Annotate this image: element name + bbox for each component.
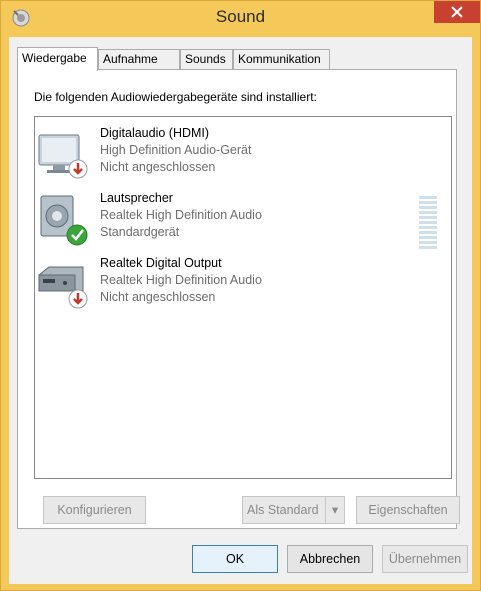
close-icon (451, 6, 463, 18)
tab-wiedergabe[interactable]: Wiedergabe (17, 47, 98, 71)
instruction-text: Die folgenden Audiowiedergabegeräte sind… (34, 90, 317, 104)
monitor-icon (38, 134, 88, 179)
device-status: Nicht angeschlossen (100, 160, 216, 174)
configure-button[interactable]: Konfigurieren (43, 496, 146, 524)
device-name: Realtek Digital Output (100, 256, 222, 270)
set-default-button[interactable]: Als Standard ▾ (242, 496, 345, 524)
set-default-label: Als Standard (247, 503, 319, 517)
properties-button[interactable]: Eigenschaften (356, 496, 460, 524)
window-title: Sound (215, 7, 266, 26)
volume-level-meter (419, 196, 437, 250)
device-name: Lautsprecher (100, 191, 173, 205)
device-item-lautsprecher[interactable]: Lautsprecher Realtek High Definition Aud… (35, 190, 451, 252)
title-bar[interactable]: Sound (1, 1, 480, 37)
tab-sounds[interactable]: Sounds (180, 49, 233, 70)
device-item-digital-output[interactable]: Realtek Digital Output Realtek High Defi… (35, 255, 451, 317)
device-driver: Realtek High Definition Audio (100, 208, 262, 222)
ok-button[interactable]: OK (192, 545, 278, 573)
sound-dialog: Sound Wiedergabe Aufnahme Sounds Kommuni… (0, 0, 481, 591)
disconnected-badge-icon (68, 289, 88, 309)
close-button[interactable] (434, 1, 480, 23)
device-status: Nicht angeschlossen (100, 290, 216, 304)
dialog-client: Wiedergabe Aufnahme Sounds Kommunikation… (9, 37, 472, 584)
device-name: Digitalaudio (HDMI) (100, 126, 210, 140)
device-status: Standardgerät (100, 225, 180, 239)
device-driver: Realtek High Definition Audio (100, 273, 262, 287)
device-driver: High Definition Audio-Gerät (100, 143, 252, 157)
device-item-hdmi[interactable]: Digitalaudio (HDMI) High Definition Audi… (35, 125, 451, 187)
tab-aufnahme[interactable]: Aufnahme (98, 49, 180, 70)
apply-button[interactable]: Übernehmen (382, 545, 468, 573)
chevron-down-icon[interactable]: ▾ (325, 497, 344, 523)
device-list[interactable]: Digitalaudio (HDMI) High Definition Audi… (34, 116, 452, 479)
default-checkmark-icon (66, 224, 88, 246)
tab-kommunikation[interactable]: Kommunikation (233, 49, 330, 70)
digital-output-icon (38, 266, 88, 309)
tab-panel-wiedergabe: Die folgenden Audiowiedergabegeräte sind… (17, 69, 460, 529)
disconnected-badge-icon (68, 159, 88, 179)
cancel-button[interactable]: Abbrechen (287, 545, 373, 573)
speaker-icon (40, 195, 88, 246)
